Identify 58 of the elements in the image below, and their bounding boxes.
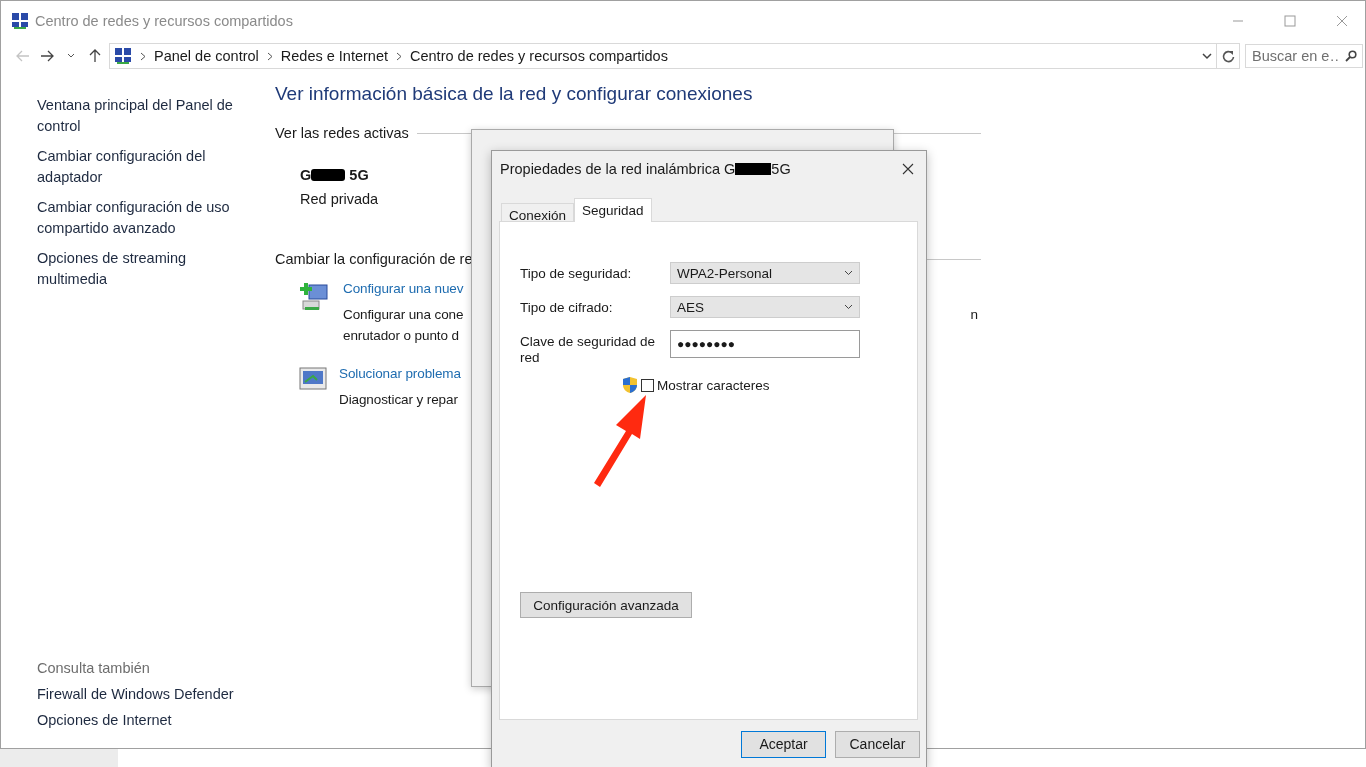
shield-icon: [622, 376, 638, 394]
close-icon: [1336, 15, 1348, 27]
network-icon: [114, 47, 132, 65]
tab[interactable]: Conexión: [501, 203, 575, 221]
caret-icon: [844, 270, 853, 276]
advanced-settings-button[interactable]: Configuración avanzada: [520, 592, 692, 618]
task-link[interactable]: Solucionar problema: [339, 366, 461, 381]
breadcrumb[interactable]: Panel de control: [154, 48, 259, 64]
network-type: Red privada: [300, 191, 380, 207]
network-troubleshoot-icon: [299, 366, 327, 392]
chevron-icon: [266, 51, 273, 61]
sidebar-link[interactable]: Opciones de streaming multimedia: [37, 248, 238, 290]
see-also-heading: Consulta también: [37, 660, 151, 676]
see-also-link[interactable]: Opciones de Internet: [37, 712, 238, 728]
chevron-icon: [140, 51, 146, 61]
maximize-icon: [1284, 15, 1296, 27]
sidebar-link[interactable]: Cambiar configuración de uso compartido avanzado: [37, 197, 238, 239]
checkbox-label[interactable]: Mostrar caracteres: [657, 377, 770, 393]
checkbox[interactable]: [641, 378, 654, 392]
task-description: enrutador o punto d: [343, 328, 459, 343]
close-icon: [902, 163, 914, 175]
page-heading: Ver información básica de la red y configurar conexiones: [275, 83, 754, 105]
task-description: Configurar una cone: [343, 306, 464, 324]
network-icon: [11, 12, 29, 30]
section-label: Ver las redes activas: [275, 125, 409, 141]
caret-icon: [844, 304, 853, 310]
up-arrow-icon: [89, 49, 101, 63]
refresh-icon: [1221, 49, 1235, 63]
dropdown[interactable]: WPA2-Personal: [670, 262, 860, 284]
password-field[interactable]: ●●●●●●●●: [670, 330, 860, 358]
field-label: Tipo de seguridad:: [520, 265, 633, 282]
chevron-icon: [396, 51, 402, 61]
sidebar-link[interactable]: Ventana principal del Panel de control: [37, 95, 238, 137]
forward-arrow-icon: [40, 50, 54, 62]
task-description: Diagnosticar y repar: [339, 392, 458, 407]
breadcrumb[interactable]: Centro de redes y recursos compartidos: [410, 48, 668, 64]
window-title: Centro de redes y recursos compartidos: [35, 13, 294, 29]
network-name: G 5G: [300, 167, 369, 183]
field-label: Clave de seguridad de red: [520, 333, 657, 366]
sidebar-link[interactable]: Cambiar configuración del adaptador: [37, 146, 238, 188]
back-arrow-icon: [16, 50, 30, 62]
dropdown[interactable]: AES: [670, 296, 860, 318]
search-icon: [1345, 50, 1357, 62]
see-also-link[interactable]: Firewall de Windows Defender: [37, 686, 238, 702]
refresh-button[interactable]: [1217, 43, 1240, 69]
redaction-mark: [311, 169, 346, 181]
tab[interactable]: Seguridad: [574, 198, 652, 222]
network-setup-icon: [299, 281, 331, 313]
dropdown-icon[interactable]: [1202, 52, 1212, 60]
breadcrumb[interactable]: Redes e Internet: [280, 48, 388, 64]
task-description: n: [970, 306, 978, 324]
chevron-down-icon: [67, 53, 75, 59]
address-bar[interactable]: Panel de control Redes e Internet Centro de redes y recursos compartidos: [109, 43, 1217, 69]
dialog-title: Propiedades de la red inalámbrica G 5G: [500, 161, 791, 177]
field-label: Tipo de cifrado:: [520, 299, 614, 316]
search-field[interactable]: Buscar en e…: [1245, 44, 1363, 68]
dialog-button[interactable]: Cancelar: [835, 730, 920, 758]
dialog-button[interactable]: Aceptar: [741, 730, 826, 758]
